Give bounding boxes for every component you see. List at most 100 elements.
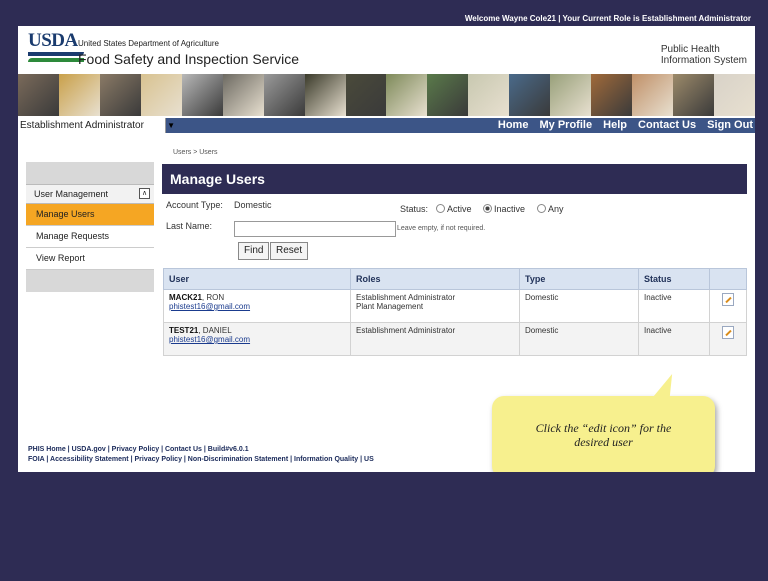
system-name-line1: Public Health: [660, 44, 720, 55]
table-row: MACK21, RON phistest16@gmail.com Establi…: [163, 289, 747, 323]
edit-icon[interactable]: [722, 326, 734, 339]
edit-icon[interactable]: [722, 293, 734, 306]
col-header-roles[interactable]: Roles: [350, 268, 520, 290]
nav-help-link[interactable]: Help: [603, 119, 627, 131]
sidebar-header-user-management[interactable]: User Management ∧: [26, 184, 154, 204]
radio-inactive-label: Inactive: [494, 204, 526, 214]
status-cell: Inactive: [638, 289, 710, 323]
callout-line1: Click the “edit icon” for the: [535, 421, 672, 435]
banner-photo-tile: [386, 74, 428, 116]
status-label: Status:: [400, 204, 429, 214]
banner-photo-tile: [181, 74, 223, 116]
nav-links: Home My Profile Help Contact Us Sign Out: [490, 118, 753, 133]
radio-active-label: Active: [447, 204, 472, 214]
role-item: Plant Management: [356, 302, 424, 311]
banner-photo-tile: [673, 74, 714, 116]
nav-home-link[interactable]: Home: [498, 119, 529, 131]
nav-bar: Establishment Administrator ▼ Home My Pr…: [18, 116, 755, 133]
users-table: User Roles Type Status MACK21, RON phist…: [163, 268, 747, 356]
username: MACK21: [169, 293, 202, 302]
nav-sign-out-link[interactable]: Sign Out: [707, 119, 753, 131]
user-name: , RON: [201, 293, 225, 302]
last-name-label: Last Name:: [166, 221, 213, 231]
nav-my-profile-link[interactable]: My Profile: [540, 119, 593, 131]
edit-cell: [709, 289, 747, 323]
app-frame: Welcome Wayne Cole21 | Your Current Role…: [18, 12, 755, 472]
welcome-bar: Welcome Wayne Cole21 | Your Current Role…: [18, 12, 755, 26]
banner-photo-tile: [263, 74, 305, 116]
sidebar: User Management ∧ Manage Users Manage Re…: [26, 162, 154, 292]
usda-logo-text: USDA: [28, 30, 78, 51]
page-title: Manage Users: [162, 164, 747, 194]
banner-photo-tile: [509, 74, 551, 116]
sidebar-item-view-report[interactable]: View Report: [26, 248, 154, 270]
department-name: United States Department of Agriculture: [78, 39, 219, 48]
user-email-link[interactable]: phistest16@gmail.com: [169, 335, 250, 344]
sidebar-header-label: User Management: [34, 189, 109, 199]
role-item: Establishment Administrator: [356, 326, 456, 335]
banner-photo-tile: [58, 74, 100, 116]
col-header-status[interactable]: Status: [638, 268, 710, 290]
search-form: Account Type: Domestic Status: Active In…: [162, 194, 747, 266]
role-select[interactable]: Establishment Administrator ▼: [18, 118, 175, 133]
role-item: Establishment Administrator: [356, 293, 456, 302]
callout-line2: desired user: [574, 435, 633, 449]
banner-photo-tile: [632, 74, 673, 116]
banner-photo-tile: [591, 74, 633, 116]
username: TEST21: [169, 326, 199, 335]
user-email-link[interactable]: phistest16@gmail.com: [169, 302, 250, 311]
radio-any-label: Any: [548, 204, 564, 214]
status-radio-any[interactable]: Any: [533, 204, 564, 214]
status-radio-active[interactable]: Active: [432, 204, 472, 214]
banner-photo-tile: [345, 74, 387, 116]
edit-cell: [709, 322, 747, 356]
status-cell: Inactive: [638, 322, 710, 356]
usda-logo[interactable]: USDA: [28, 30, 84, 66]
site-header: USDA United States Department of Agricul…: [18, 26, 755, 74]
footer: PHIS Home | USDA.gov | Privacy Policy | …: [28, 445, 374, 465]
main-content: Manage Users Account Type: Domestic Stat…: [162, 164, 747, 356]
banner-photo-tile: [99, 74, 141, 116]
banner-photo-tile: [140, 74, 182, 116]
banner-photo-tile: [304, 74, 346, 116]
find-button[interactable]: Find: [238, 242, 270, 260]
radio-active-icon[interactable]: [436, 204, 445, 213]
last-name-input[interactable]: [234, 221, 396, 237]
type-cell: Domestic: [519, 289, 639, 323]
roles-cell: Establishment Administrator: [350, 322, 520, 356]
footer-links-line1[interactable]: PHIS Home | USDA.gov | Privacy Policy | …: [28, 445, 374, 455]
col-header-user[interactable]: User: [163, 268, 351, 290]
footer-links-line2[interactable]: FOIA | Accessibility Statement | Privacy…: [28, 455, 374, 465]
dropdown-caret-icon[interactable]: ▼: [167, 118, 175, 133]
account-type-value: Domestic: [234, 200, 272, 210]
radio-any-icon[interactable]: [537, 204, 546, 213]
table-row: TEST21, DANIEL phistest16@gmail.com Esta…: [163, 322, 747, 356]
banner-photo-tile: [550, 74, 592, 116]
col-header-type[interactable]: Type: [519, 268, 639, 290]
type-cell: Domestic: [519, 322, 639, 356]
user-name: , DANIEL: [198, 326, 232, 335]
instruction-callout: Click the “edit icon” for the desired us…: [492, 396, 715, 472]
photo-banner: [18, 74, 755, 116]
banner-photo-tile: [18, 74, 59, 116]
radio-inactive-icon[interactable]: [483, 204, 492, 213]
role-select-value: Establishment Administrator: [20, 120, 144, 131]
user-cell: TEST21, DANIEL phistest16@gmail.com: [163, 322, 351, 356]
col-header-edit: [709, 268, 747, 290]
agency-name: Food Safety and Inspection Service: [78, 51, 300, 67]
sidebar-item-manage-users[interactable]: Manage Users: [26, 204, 154, 226]
sidebar-item-manage-requests[interactable]: Manage Requests: [26, 226, 154, 248]
breadcrumb[interactable]: Users > Users: [173, 149, 218, 156]
nav-contact-us-link[interactable]: Contact Us: [638, 119, 696, 131]
system-name: Public Health Information System: [661, 44, 747, 66]
reset-button[interactable]: Reset: [270, 242, 309, 260]
banner-photo-tile: [713, 74, 755, 116]
status-radio-inactive[interactable]: Inactive: [479, 204, 525, 214]
collapse-icon[interactable]: ∧: [139, 188, 150, 199]
banner-photo-tile: [427, 74, 469, 116]
account-type-label: Account Type:: [166, 200, 223, 210]
banner-photo-tile: [222, 74, 264, 116]
banner-photo-tile: [468, 74, 510, 116]
roles-cell: Establishment Administrator Plant Manage…: [350, 289, 520, 323]
last-name-hint: Leave empty, if not required.: [397, 225, 486, 232]
